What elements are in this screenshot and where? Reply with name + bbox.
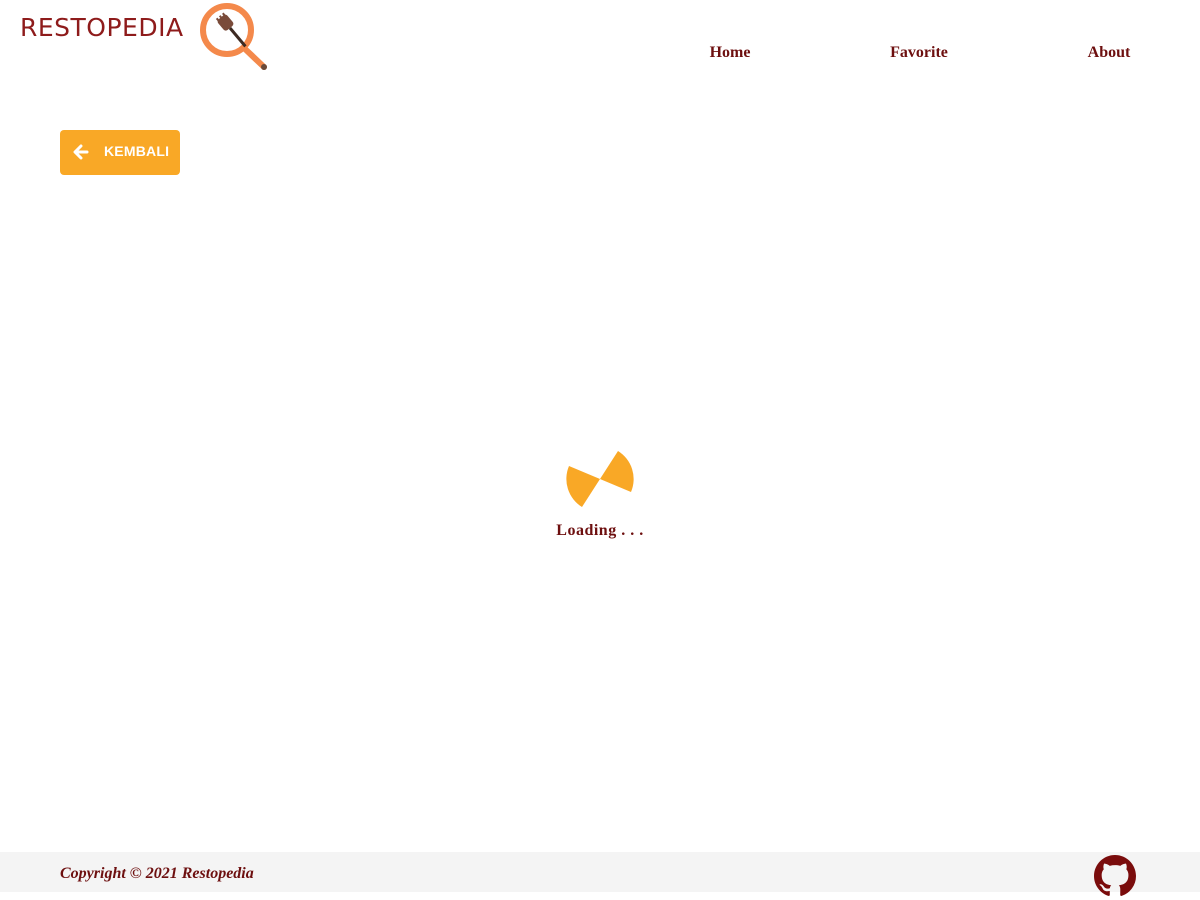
main-nav: Home Favorite About	[0, 44, 1200, 64]
app-header: RESTOPEDIA Home Favorite About	[0, 0, 1200, 80]
brand-name: RESTOPEDIA	[20, 13, 184, 42]
loading-text: Loading . . .	[556, 522, 644, 539]
copyright-text: Copyright © 2021 Restopedia	[60, 865, 254, 882]
back-button[interactable]: KEMBALI	[60, 130, 180, 175]
spinner-icon	[566, 451, 634, 507]
nav-favorite-link[interactable]: Favorite	[890, 44, 948, 62]
page-footer: Copyright © 2021 Restopedia	[0, 852, 1200, 896]
nav-about-link[interactable]: About	[1088, 44, 1131, 62]
arrow-left-icon	[73, 144, 89, 160]
github-icon[interactable]	[1094, 855, 1136, 897]
back-button-label: KEMBALI	[104, 143, 170, 159]
nav-home-link[interactable]: Home	[710, 44, 751, 62]
